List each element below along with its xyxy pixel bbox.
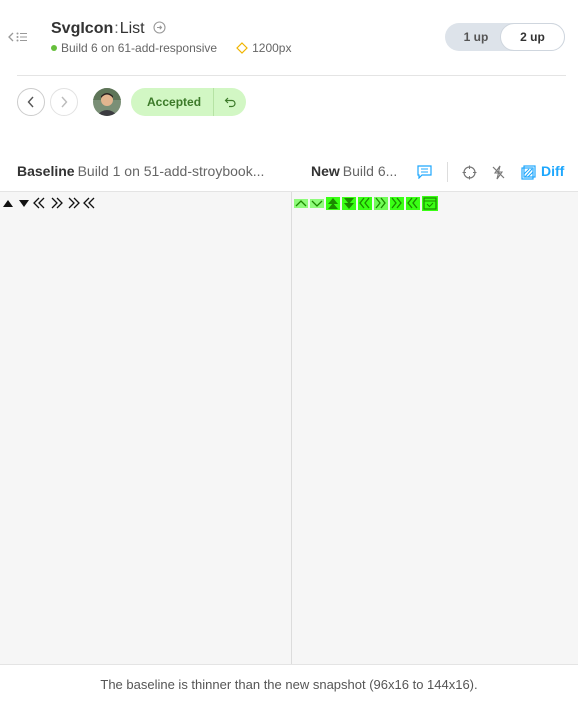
back-to-list-button[interactable] [7, 30, 31, 44]
baseline-snapshot-pane [0, 192, 291, 664]
baseline-header: Baseline Build 1 on 51-add-stroybook... [17, 163, 275, 179]
component-name: SvgIcon [51, 20, 114, 37]
build-info: Build 6 on 61-add-responsive 1200px [51, 41, 291, 55]
header-divider [17, 75, 566, 76]
baseline-build-link[interactable]: Build 1 on 51-add-stroybook... [78, 163, 265, 179]
build-status-dot [51, 45, 57, 51]
diff-toggle-button[interactable] [520, 164, 536, 180]
comments-button[interactable] [416, 164, 432, 180]
page-title: SvgIcon:List [51, 20, 166, 38]
chevron-left-icon [27, 96, 34, 108]
new-build-link[interactable]: Build 6... [343, 163, 397, 179]
diff-icon [520, 164, 536, 180]
two-up-option[interactable]: 2 up [500, 23, 565, 51]
story-name: List [119, 20, 145, 37]
undo-button[interactable] [214, 96, 246, 108]
undo-icon [224, 97, 236, 108]
title-separator: : [114, 20, 119, 37]
comparison-header: Baseline Build 1 on 51-add-stroybook... N… [0, 152, 578, 192]
inspect-button[interactable] [461, 164, 477, 180]
crosshair-icon [462, 165, 476, 179]
previous-button[interactable] [17, 88, 45, 116]
toolbar-separator [447, 162, 448, 182]
review-toolbar: Accepted [0, 86, 578, 118]
lightning-off-icon [492, 165, 504, 179]
new-label: New [311, 163, 340, 179]
build-link[interactable]: Build 6 on 61-add-responsive [61, 41, 217, 55]
one-up-option[interactable]: 1 up [445, 23, 507, 51]
chevron-right-icon [61, 96, 68, 108]
status-footer: The baseline is thinner than the new sna… [0, 664, 578, 702]
view-mode-toggle: 1 up 2 up [445, 23, 565, 51]
comment-icon [416, 165, 432, 179]
chevron-left-icon [8, 32, 14, 42]
avatar-image [93, 88, 121, 116]
baseline-snapshot [3, 197, 95, 209]
header: SvgIcon:List Build 6 on 61-add-responsiv… [0, 0, 578, 76]
strobe-button[interactable] [490, 164, 506, 180]
next-button[interactable] [50, 88, 78, 116]
viewport-width: 1200px [252, 41, 292, 55]
accepted-label: Accepted [147, 95, 202, 109]
diff-label[interactable]: Diff [541, 163, 564, 179]
new-snapshot-diff [294, 196, 438, 211]
viewport-diamond-icon [236, 42, 248, 54]
new-snapshot-pane [292, 192, 578, 664]
accepted-status: Accepted [131, 88, 246, 116]
new-header: New Build 6... [311, 163, 405, 179]
list-icon [16, 32, 27, 42]
avatar[interactable] [93, 88, 121, 116]
go-to-story-icon[interactable] [153, 21, 166, 34]
dimension-change-message: The baseline is thinner than the new sna… [100, 677, 478, 692]
baseline-label: Baseline [17, 163, 75, 179]
